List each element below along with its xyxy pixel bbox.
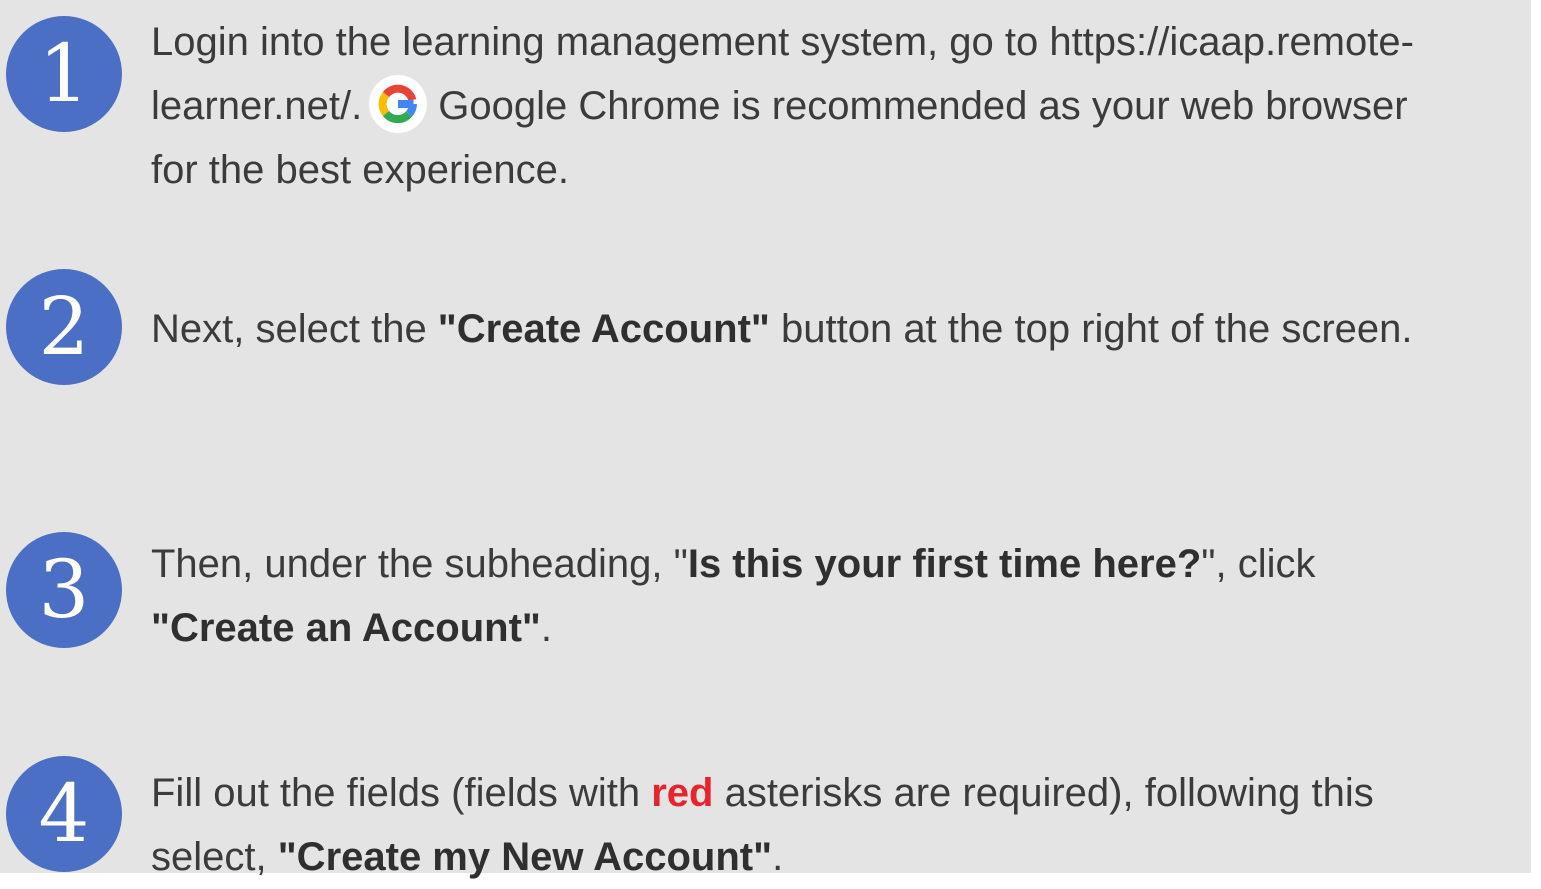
step-2-emphasis: "Create Account" (437, 307, 770, 351)
step-1-line-3: for the best experience. (151, 148, 570, 192)
step-2-suffix: button at the top right of the screen. (769, 307, 1413, 351)
step-3-line-2: "Create an Account". (151, 596, 1521, 660)
step-number-badge: 4 (6, 756, 122, 872)
step-1-url-end: learner.net/. (151, 84, 363, 128)
step-1-text: Login into the learning management syste… (151, 10, 1521, 202)
step-4-line-1: Fill out the fields (fields with red ast… (151, 761, 1521, 825)
step-3-subheading: Is this your first time here? (687, 542, 1202, 586)
step-4-emphasis: "Create my New Account" (277, 835, 773, 879)
step-4-suffix: . (772, 835, 784, 879)
step-4-text: Fill out the fields (fields with red ast… (151, 761, 1521, 889)
step-1-line-1: Login into the learning management syste… (151, 20, 1414, 64)
step-2-prefix: Next, select the (151, 307, 438, 351)
step-3-text: Then, under the subheading, "Is this you… (151, 532, 1521, 660)
step-3-suffix: . (540, 606, 552, 650)
step-1-chrome-note: Google Chrome is recommended as your web… (438, 84, 1408, 128)
right-edge (1531, 0, 1541, 873)
step-3-emphasis: "Create an Account" (151, 606, 541, 650)
step-number-badge: 2 (6, 269, 122, 385)
instructions-panel: 1 Login into the learning management sys… (0, 0, 1531, 879)
step-2-text: Next, select the "Create Account" button… (151, 297, 1521, 361)
google-g-icon (369, 75, 428, 134)
step-4-line-2: select, "Create my New Account". (151, 825, 1521, 889)
step-4-select-prefix: select, (151, 835, 278, 879)
step-1-line-2: learner.net/. Google Chrome is recommend… (151, 74, 1521, 138)
step-3-middle: ", click (1201, 542, 1316, 586)
step-4-middle: asterisks are required), following this (713, 771, 1374, 815)
step-4-prefix: Fill out the fields (fields with (151, 771, 652, 815)
step-3-prefix: Then, under the subheading, " (151, 542, 688, 586)
step-3-line-1: Then, under the subheading, "Is this you… (151, 532, 1521, 596)
step-number-badge: 3 (6, 532, 122, 648)
step-4-red-word: red (651, 771, 714, 815)
step-number-badge: 1 (6, 16, 122, 132)
